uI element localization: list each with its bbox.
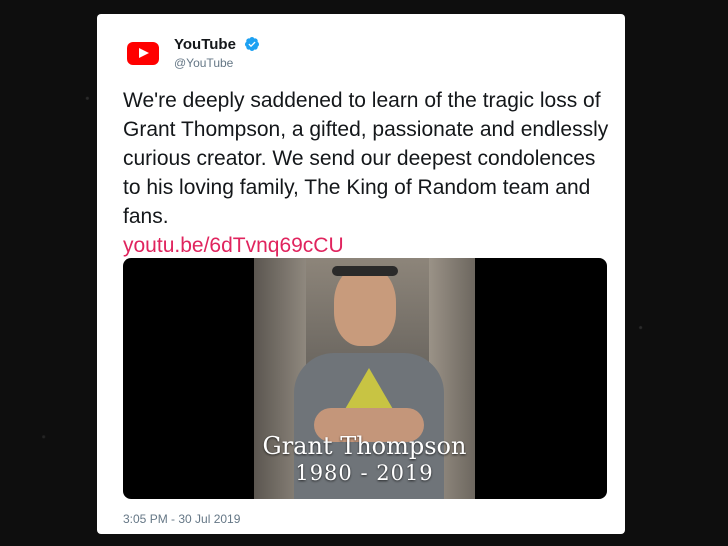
tweet-body: We're deeply saddened to learn of the tr… <box>123 86 613 260</box>
tweet-timestamp[interactable]: 3:05 PM - 30 Jul 2019 <box>123 512 240 526</box>
play-icon <box>139 48 149 58</box>
tweet-text: We're deeply saddened to learn of the tr… <box>123 89 609 228</box>
media-card[interactable]: Grant Thompson 1980 - 2019 <box>123 258 607 499</box>
user-handle[interactable]: @YouTube <box>174 56 233 70</box>
caption-name: Grant Thompson <box>262 432 467 460</box>
verified-check-icon <box>245 36 260 51</box>
youtube-logo-icon[interactable] <box>127 42 159 65</box>
display-name[interactable]: YouTube <box>174 36 236 53</box>
memorial-caption: Grant Thompson 1980 - 2019 <box>254 432 475 486</box>
tweet-card: YouTube @YouTube We're deeply saddened t… <box>97 14 625 534</box>
figure-head <box>334 266 396 346</box>
sunglasses <box>332 266 398 276</box>
name-row: YouTube <box>174 36 260 54</box>
tweet-link[interactable]: youtu.be/6dTvnq69cCU <box>123 231 613 260</box>
caption-years: 1980 - 2019 <box>295 461 434 485</box>
